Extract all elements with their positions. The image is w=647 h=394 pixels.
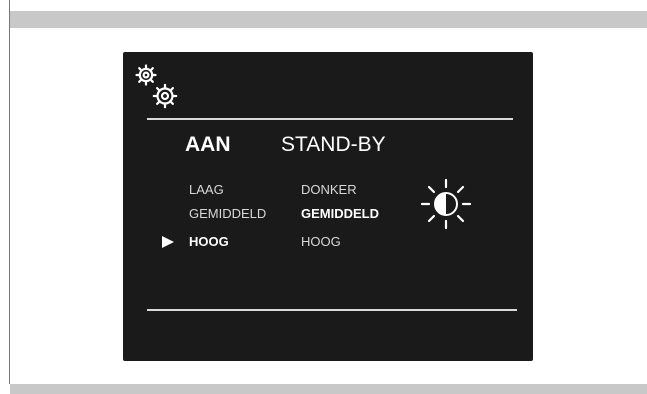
- on-option-high[interactable]: HOOG: [189, 234, 229, 250]
- bottom-divider: [147, 309, 517, 311]
- on-option-medium[interactable]: GEMIDDELD: [189, 206, 266, 222]
- brightness-settings-screen: AAN STAND-BY LAAG GEMIDDELD HOOG DONKER …: [123, 52, 533, 361]
- top-frame-bar: [10, 11, 647, 28]
- standby-option-high[interactable]: HOOG: [301, 234, 341, 250]
- top-divider: [147, 118, 513, 120]
- settings-gears-icon[interactable]: [131, 60, 183, 114]
- standby-option-dark[interactable]: DONKER: [301, 182, 357, 198]
- brightness-sun-icon: [420, 178, 472, 230]
- on-column-heading: AAN: [185, 133, 231, 156]
- on-option-low[interactable]: LAAG: [189, 182, 224, 198]
- selection-arrow-icon: [162, 236, 174, 248]
- standby-column-heading: STAND-BY: [281, 133, 386, 156]
- bottom-frame-bar: [10, 384, 647, 394]
- left-frame-rule: [9, 0, 10, 384]
- standby-option-medium[interactable]: GEMIDDELD: [301, 206, 379, 222]
